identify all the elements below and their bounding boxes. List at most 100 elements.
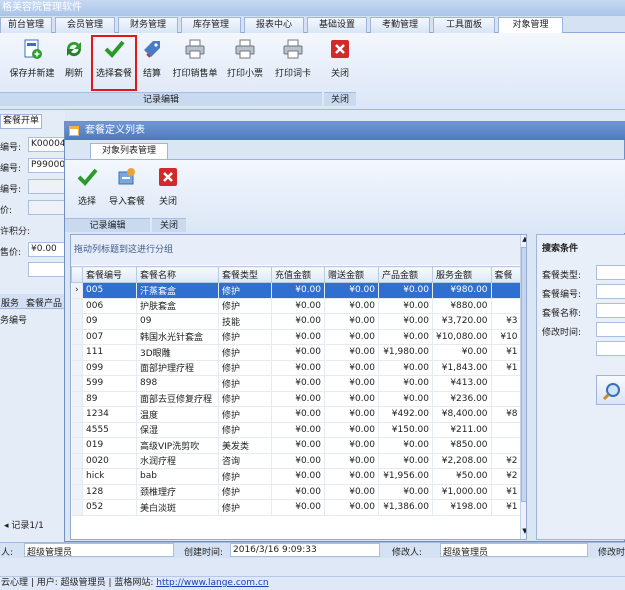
extra-field[interactable] bbox=[28, 262, 65, 277]
table-row[interactable]: 09 09 技能 ¥0.00 ¥0.00 ¥0.00 ¥3,720.00 ¥3 bbox=[71, 313, 522, 330]
col-header-product[interactable]: 产品金额 bbox=[378, 266, 433, 283]
created-time-field[interactable]: 2016/3/16 9:09:33 bbox=[230, 543, 380, 557]
row-indicator[interactable] bbox=[71, 360, 83, 376]
tab-tools[interactable]: 工具面板 bbox=[433, 17, 495, 33]
table-row[interactable]: 006 护肤套盒 修护 ¥0.00 ¥0.00 ¥0.00 ¥880.00 bbox=[71, 298, 522, 314]
table-row[interactable]: 1234 温度 修护 ¥0.00 ¥0.00 ¥492.00 ¥8,400.00 ¥8 bbox=[71, 406, 522, 423]
table-cell: 599 bbox=[82, 375, 137, 392]
row-indicator[interactable] bbox=[71, 453, 83, 469]
row-indicator[interactable] bbox=[71, 406, 83, 423]
table-cell: ¥0.00 bbox=[324, 422, 379, 438]
table-cell: 护肤套盒 bbox=[136, 298, 219, 314]
table-row[interactable]: 019 高级VIP洗剪吹 美发类 ¥0.00 ¥0.00 ¥0.00 ¥850.00 bbox=[71, 437, 522, 454]
tab-inventory[interactable]: 库存管理 bbox=[181, 17, 241, 33]
tab-service[interactable]: 服务 bbox=[1, 296, 19, 309]
table-cell: ¥0.00 bbox=[324, 344, 379, 361]
col-header-gift[interactable]: 赠送金额 bbox=[324, 266, 379, 283]
tab-reports[interactable]: 报表中心 bbox=[244, 17, 304, 33]
row-indicator[interactable] bbox=[71, 437, 83, 454]
table-cell: ¥0.00 bbox=[378, 360, 433, 376]
col-header-package-name[interactable]: 套餐名称 bbox=[136, 266, 219, 283]
row-indicator[interactable] bbox=[71, 391, 83, 407]
col-header-service[interactable]: 服务金额 bbox=[432, 266, 492, 283]
select-button[interactable]: 选择 bbox=[72, 166, 102, 216]
tab-object-list[interactable]: 对象列表管理 bbox=[90, 143, 168, 159]
member-number-field[interactable]: P99000 bbox=[28, 158, 65, 173]
modifier-field[interactable]: 超级管理员 bbox=[440, 543, 588, 558]
row-indicator[interactable]: › bbox=[71, 282, 83, 299]
checkout-button[interactable]: 结算 bbox=[139, 38, 165, 88]
search-modified-to-input[interactable] bbox=[596, 341, 625, 356]
row-indicator[interactable] bbox=[71, 422, 83, 438]
creator-field[interactable]: 超级管理员 bbox=[24, 543, 174, 558]
table-cell: ¥0.00 bbox=[324, 282, 379, 299]
tab-basic-settings[interactable]: 基础设置 bbox=[307, 17, 367, 33]
tab-finance[interactable]: 财务管理 bbox=[118, 17, 178, 33]
table-row[interactable]: 007 韩国水光针套盒 修护 ¥0.00 ¥0.00 ¥0.00 ¥10,080.00 ¥10 bbox=[71, 329, 522, 345]
search-type-input[interactable] bbox=[596, 265, 625, 280]
print-receipt-button[interactable]: 打印小票 bbox=[223, 38, 267, 88]
table-cell: 006 bbox=[82, 298, 137, 314]
tab-front-desk[interactable]: 前台管理 bbox=[0, 17, 52, 33]
search-name-input[interactable] bbox=[596, 303, 625, 318]
table-cell: 0020 bbox=[82, 453, 137, 469]
print-card-button[interactable]: 打印词卡 bbox=[268, 38, 318, 88]
search-button[interactable] bbox=[596, 375, 625, 405]
col-header-package-no[interactable]: 套餐编号 bbox=[82, 266, 137, 283]
table-row[interactable]: › 005 汗蒸套盒 修护 ¥0.00 ¥0.00 ¥0.00 ¥980.00 bbox=[71, 282, 522, 299]
col-header-recharge[interactable]: 充值金额 bbox=[271, 266, 325, 283]
tab-member[interactable]: 会员管理 bbox=[55, 17, 115, 33]
created-time-label: 创建时间: bbox=[184, 548, 224, 558]
pager[interactable]: ◂ 记录1/1 bbox=[4, 518, 44, 531]
row-indicator[interactable] bbox=[71, 499, 83, 516]
table-cell: ¥0.00 bbox=[378, 484, 433, 500]
table-row[interactable]: 0020 水润疗程 咨询 ¥0.00 ¥0.00 ¥0.00 ¥2,208.00 ¥2 bbox=[71, 453, 522, 469]
import-package-button[interactable]: 导入套餐 bbox=[105, 166, 149, 216]
table-row[interactable]: 099 面部护理疗程 修护 ¥0.00 ¥0.00 ¥0.00 ¥1,843.00 ¥1 bbox=[71, 360, 522, 376]
table-cell: 面部护理疗程 bbox=[136, 360, 219, 376]
table-row[interactable]: 052 美白淡斑 修护 ¥0.00 ¥0.00 ¥1,386.00 ¥198.00 ¥1 bbox=[71, 499, 522, 516]
refresh-button[interactable]: 刷新 bbox=[60, 38, 88, 88]
print-sales-order-button[interactable]: 打印销售单 bbox=[169, 38, 221, 88]
scroll-thumb[interactable] bbox=[521, 247, 526, 502]
close-icon bbox=[159, 168, 177, 186]
package-number-field[interactable] bbox=[28, 179, 65, 194]
table-row[interactable]: 111 3D眼雕 修护 ¥0.00 ¥0.00 ¥1,980.00 ¥0.00 ¥1 bbox=[71, 344, 522, 361]
close-button[interactable]: 关闭 bbox=[327, 38, 353, 88]
website-link[interactable]: http://www.lange.com.cn bbox=[156, 578, 268, 588]
table-row[interactable]: hick bab 修护 ¥0.00 ¥0.00 ¥1,956.00 ¥50.00 ¥2 bbox=[71, 468, 522, 485]
sale-price-field[interactable]: ¥0.00 bbox=[28, 242, 65, 257]
row-indicator[interactable] bbox=[71, 468, 83, 485]
row-indicator[interactable] bbox=[71, 298, 83, 314]
order-number-field[interactable]: K00004 bbox=[28, 137, 66, 152]
row-indicator[interactable] bbox=[71, 484, 83, 500]
table-cell: 修护 bbox=[218, 468, 272, 485]
table-cell: ¥3 bbox=[491, 313, 522, 330]
table-cell bbox=[491, 391, 522, 407]
tab-object-management[interactable]: 对象管理 bbox=[498, 17, 563, 34]
dialog-close-button[interactable]: 关闭 bbox=[155, 166, 181, 216]
tab-package-order[interactable]: 套餐开单 bbox=[0, 114, 42, 129]
col-header-package-total[interactable]: 套餐 bbox=[490, 266, 522, 283]
search-modified-from-input[interactable] bbox=[596, 322, 625, 337]
save-and-new-button[interactable]: 保存并新建 bbox=[6, 38, 58, 88]
col-header-package-type[interactable]: 套餐类型 bbox=[218, 266, 272, 283]
table-row[interactable]: 128 颈椎理疗 修护 ¥0.00 ¥0.00 ¥0.00 ¥1,000.00 ¥1 bbox=[71, 484, 522, 500]
row-indicator[interactable] bbox=[71, 313, 83, 330]
scroll-up-icon[interactable]: ▲ bbox=[521, 235, 526, 244]
row-indicator[interactable] bbox=[71, 344, 83, 361]
row-indicator[interactable] bbox=[71, 375, 83, 392]
search-number-input[interactable] bbox=[596, 284, 625, 299]
tab-package-products[interactable]: 套餐产品 bbox=[26, 296, 62, 309]
table-row[interactable]: 599 898 修护 ¥0.00 ¥0.00 ¥0.00 ¥413.00 bbox=[71, 375, 522, 392]
table-row[interactable]: 89 面部去豆修复疗程 修护 ¥0.00 ¥0.00 ¥0.00 ¥236.00 bbox=[71, 391, 522, 407]
row-indicator[interactable] bbox=[71, 329, 83, 345]
table-row[interactable]: 4555 保湿 修护 ¥0.00 ¥0.00 ¥150.00 ¥211.00 bbox=[71, 422, 522, 438]
grid-vertical-scrollbar[interactable]: ▲ ▼ bbox=[520, 235, 526, 539]
table-cell: ¥0.00 bbox=[324, 375, 379, 392]
tab-attendance[interactable]: 考勤管理 bbox=[370, 17, 430, 33]
table-cell: 保湿 bbox=[136, 422, 219, 438]
scroll-down-icon[interactable]: ▼ bbox=[521, 527, 526, 536]
price-field[interactable] bbox=[28, 200, 65, 215]
table-cell: 汗蒸套盒 bbox=[136, 282, 219, 299]
